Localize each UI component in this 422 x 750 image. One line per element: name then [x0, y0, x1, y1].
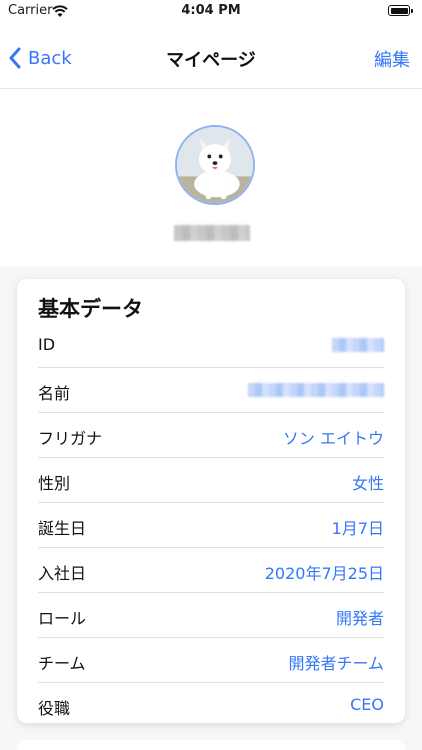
clock: 4:04 PM [181, 3, 241, 18]
page-title: マイページ [166, 50, 256, 71]
row-value: 女性 [351, 474, 384, 493]
info-list: ID 名前 フリガナ ソン エイトウ 性別 女性 誕生日 1月7日 入社日 20 [17, 323, 405, 728]
row-label: 誕生日 [38, 519, 87, 538]
card-title: 基本データ [38, 297, 143, 321]
dog-photo-avatar-icon [177, 127, 253, 203]
name-value-redacted [248, 383, 384, 397]
row-value: CEO [350, 695, 384, 714]
avatar[interactable] [175, 125, 255, 205]
navigation-bar: Back マイページ 編集 [0, 24, 422, 89]
id-value-redacted [332, 338, 384, 352]
status-bar: Carrier 4:04 PM [0, 0, 422, 24]
row-label: ロール [38, 609, 87, 628]
row-label: 名前 [38, 384, 71, 403]
edit-button[interactable]: 編集 [374, 46, 410, 72]
profile-header [0, 89, 422, 267]
row-furigana: フリガナ ソン エイトウ [38, 413, 384, 458]
next-card-edge [17, 740, 405, 750]
row-birthday: 誕生日 1月7日 [38, 503, 384, 548]
row-gender: 性別 女性 [38, 458, 384, 503]
battery-icon [388, 5, 413, 16]
row-value: 開発者 [335, 609, 384, 628]
row-value: 開発者チーム [288, 654, 384, 673]
row-label: 役職 [38, 699, 71, 718]
row-value: 1月7日 [331, 519, 384, 538]
user-name-redacted [174, 225, 250, 241]
row-team: チーム 開発者チーム [38, 638, 384, 683]
row-name: 名前 [38, 368, 384, 413]
row-value: ソン エイトウ [282, 429, 384, 448]
row-label: フリガナ [38, 429, 103, 448]
basic-data-card: 基本データ ID 名前 フリガナ ソン エイトウ 性別 女性 誕生日 1月7日 [17, 279, 405, 723]
row-label: ID [38, 335, 56, 354]
screen: Carrier 4:04 PM Back マイページ 編集 基本データ ID 名… [0, 0, 422, 750]
row-label: 性別 [38, 474, 71, 493]
row-position: 役職 CEO [38, 683, 384, 728]
row-id: ID [38, 323, 384, 368]
row-value: 2020年7月25日 [264, 564, 384, 583]
row-join-date: 入社日 2020年7月25日 [38, 548, 384, 593]
row-label: チーム [38, 654, 86, 673]
row-label: 入社日 [38, 564, 87, 583]
row-role: ロール 開発者 [38, 593, 384, 638]
